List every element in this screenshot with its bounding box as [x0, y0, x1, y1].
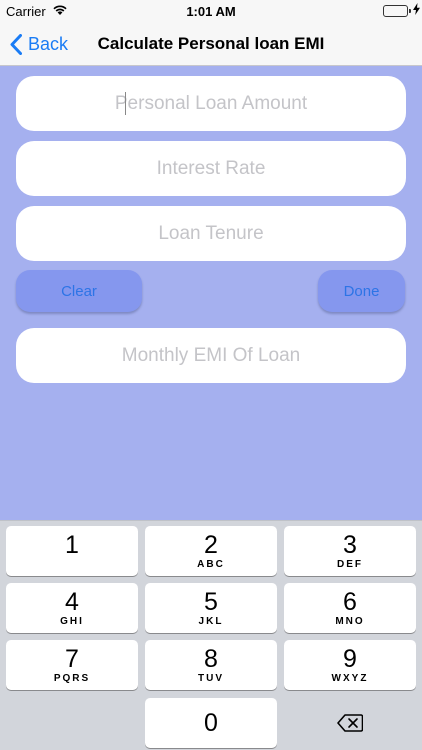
numeric-keypad: 1 2 ABC 3 DEF 4 GHI 5 JKL 6 MNO 7 PQRS 8… [0, 520, 422, 750]
clock-label: 1:01 AM [186, 4, 236, 19]
key-digit: 0 [204, 709, 218, 737]
key-3[interactable]: 3 DEF [284, 526, 416, 576]
done-button[interactable]: Done [318, 270, 405, 312]
key-digit: 1 [65, 531, 79, 559]
key-digit: 6 [343, 588, 357, 616]
key-1[interactable]: 1 [6, 526, 138, 576]
key-2[interactable]: 2 ABC [145, 526, 277, 576]
key-digit: 8 [204, 645, 218, 673]
key-letters: WXYZ [331, 673, 369, 684]
key-letters: JKL [198, 616, 224, 627]
status-bar: Carrier 1:01 AM [0, 0, 422, 22]
key-letters: ABC [197, 559, 225, 570]
emi-result-field[interactable] [16, 328, 406, 383]
emi-result-field-container [16, 328, 406, 383]
key-letters: PQRS [53, 673, 91, 684]
loan-tenure-input[interactable] [16, 206, 406, 261]
key-7[interactable]: 7 PQRS [6, 640, 138, 690]
navigation-bar: Back Calculate Personal loan EMI [0, 22, 422, 66]
key-letters: MNO [335, 616, 365, 627]
clear-button[interactable]: Clear [16, 270, 142, 312]
key-letters: TUV [198, 673, 224, 684]
loan-amount-field-container [16, 76, 406, 131]
interest-rate-field-container [16, 141, 406, 196]
battery-icon [383, 5, 408, 17]
interest-rate-input[interactable] [16, 141, 406, 196]
text-cursor [125, 92, 126, 115]
key-letters: GHI [60, 616, 84, 627]
key-letters: DEF [337, 559, 363, 570]
key-5[interactable]: 5 JKL [145, 583, 277, 633]
key-digit: 9 [343, 645, 357, 673]
charging-bolt-icon [413, 3, 420, 18]
key-9[interactable]: 9 WXYZ [284, 640, 416, 690]
key-8[interactable]: 8 TUV [145, 640, 277, 690]
key-4[interactable]: 4 GHI [6, 583, 138, 633]
key-digit: 5 [204, 588, 218, 616]
key-0[interactable]: 0 [145, 698, 277, 748]
page-title: Calculate Personal loan EMI [97, 34, 325, 53]
loan-amount-input[interactable] [16, 76, 406, 131]
key-digit: 7 [65, 645, 79, 673]
key-6[interactable]: 6 MNO [284, 583, 416, 633]
loan-tenure-field-container [16, 206, 406, 261]
key-digit: 4 [65, 588, 79, 616]
delete-key[interactable] [284, 698, 416, 748]
key-digit: 3 [343, 531, 357, 559]
backspace-icon [337, 714, 363, 732]
key-digit: 2 [204, 531, 218, 559]
battery-tip [409, 9, 411, 13]
